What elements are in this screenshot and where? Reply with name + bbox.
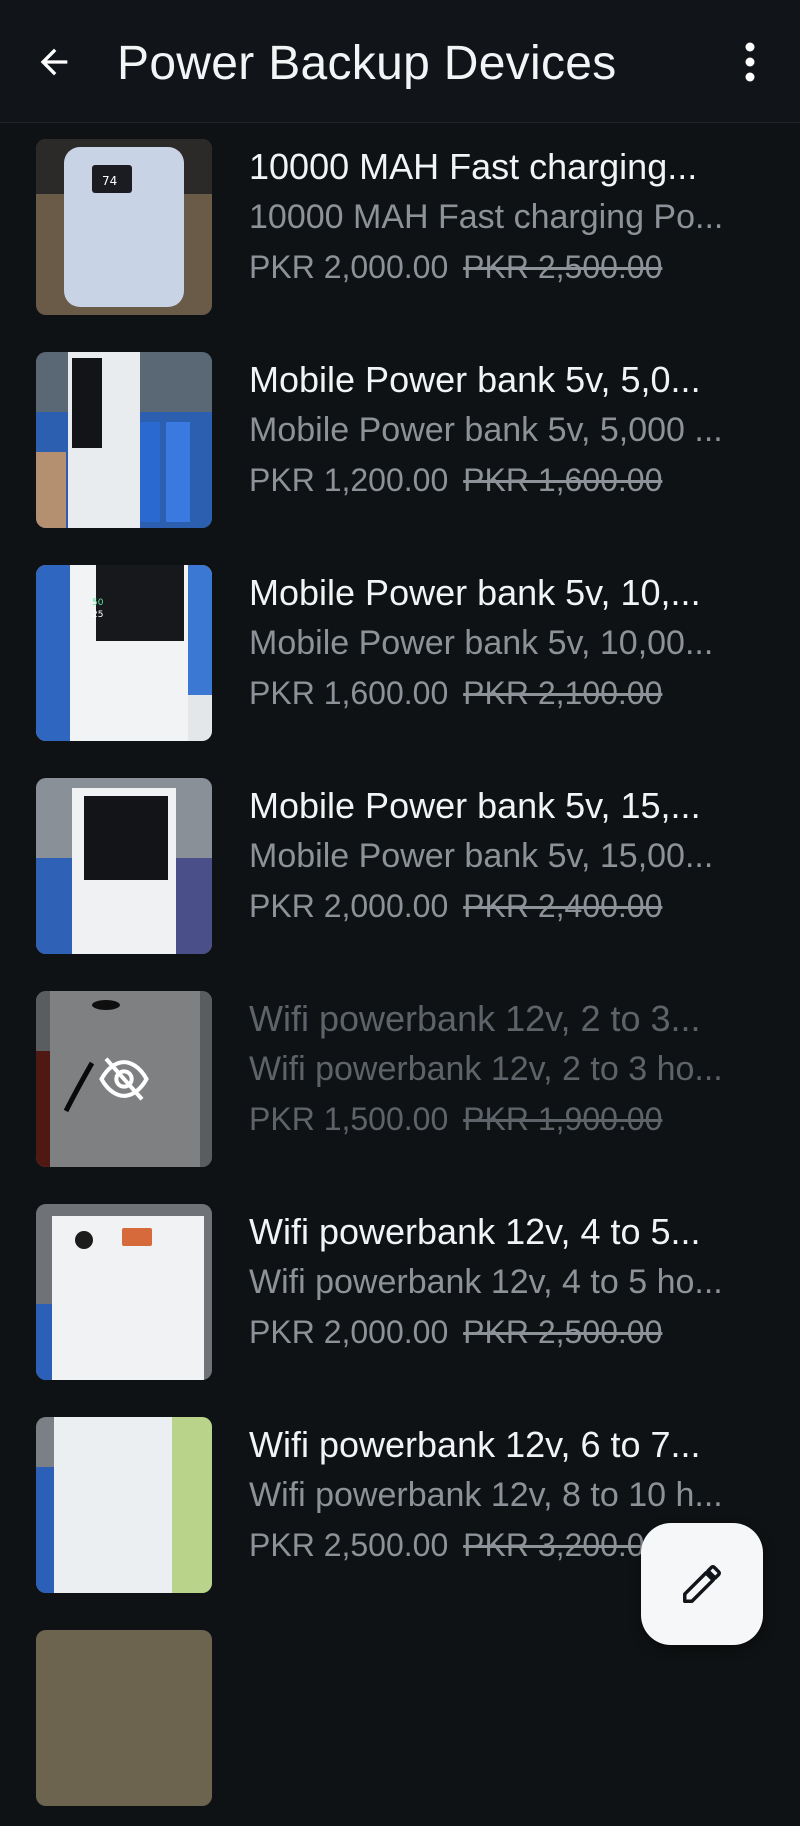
- product-description: Wifi powerbank 12v, 8 to 10 h...: [249, 1476, 723, 1514]
- svg-text:74: 74: [102, 174, 117, 188]
- product-item[interactable]: Mobile Power bank 5v, 5,0... Mobile Powe…: [0, 335, 800, 548]
- product-thumbnail: [36, 1417, 212, 1593]
- price-line: PKR 2,000.00 PKR 2,500.00: [249, 242, 749, 292]
- product-item[interactable]: 74 10000 MAH Fast charging... 10000 MAH …: [0, 122, 800, 335]
- more-options-button[interactable]: [730, 36, 770, 88]
- original-price: PKR 2,500.00: [463, 249, 663, 285]
- price-line: PKR 1,600.00 PKR 2,100.00: [249, 668, 749, 718]
- product-title: Wifi powerbank 12v, 6 to 7...: [249, 1424, 701, 1465]
- svg-text:50: 50: [92, 598, 104, 608]
- original-price: PKR 2,500.00: [463, 1314, 663, 1350]
- original-price: PKR 3,200.00: [463, 1527, 663, 1563]
- current-price: PKR 2,000.00: [249, 249, 449, 285]
- price-line: PKR 2,000.00 PKR 2,500.00: [249, 1307, 749, 1357]
- product-thumbnail: [36, 1204, 212, 1380]
- product-item[interactable]: Mobile Power bank 5v, 15,... Mobile Powe…: [0, 761, 800, 974]
- price-line: PKR 1,200.00 PKR 1,600.00: [249, 455, 749, 505]
- product-thumbnail: [36, 778, 212, 954]
- more-vertical-icon: [745, 42, 755, 82]
- product-description: Mobile Power bank 5v, 5,000 ...: [249, 411, 723, 449]
- product-description: Wifi powerbank 12v, 2 to 3 ho...: [249, 1050, 723, 1088]
- original-price: PKR 1,900.00: [463, 1101, 663, 1137]
- product-description: Mobile Power bank 5v, 15,00...: [249, 837, 714, 875]
- current-price: PKR 2,000.00: [249, 888, 449, 924]
- product-item-hidden[interactable]: Wifi powerbank 12v, 2 to 3... Wifi power…: [0, 974, 800, 1187]
- product-item[interactable]: Wifi powerbank 12v, 4 to 5... Wifi power…: [0, 1187, 800, 1400]
- product-text: Mobile Power bank 5v, 5,0... Mobile Powe…: [249, 355, 749, 505]
- product-thumbnail: 74: [36, 139, 212, 315]
- original-price: PKR 2,400.00: [463, 888, 663, 924]
- product-text: 10000 MAH Fast charging... 10000 MAH Fas…: [249, 142, 749, 292]
- back-button[interactable]: [28, 36, 80, 88]
- page-title: Power Backup Devices: [117, 37, 617, 90]
- current-price: PKR 1,600.00: [249, 675, 449, 711]
- product-description: Wifi powerbank 12v, 4 to 5 ho...: [249, 1263, 723, 1301]
- product-text: Mobile Power bank 5v, 10,... Mobile Powe…: [249, 568, 749, 718]
- price-line: PKR 1,500.00 PKR 1,900.00: [249, 1094, 749, 1144]
- product-thumbnail: [36, 1630, 212, 1806]
- product-thumbnail: [36, 352, 212, 528]
- product-title: Mobile Power bank 5v, 5,0...: [249, 359, 701, 400]
- product-title: Mobile Power bank 5v, 10,...: [249, 572, 701, 613]
- edit-fab-button[interactable]: [641, 1523, 763, 1645]
- hidden-overlay: [36, 991, 212, 1167]
- eye-off-icon: [99, 1057, 149, 1101]
- product-title: 10000 MAH Fast charging...: [249, 146, 698, 187]
- price-line: PKR 2,000.00 PKR 2,400.00: [249, 881, 749, 931]
- product-item[interactable]: 50 25 Mobile Power bank 5v, 10,... Mobil…: [0, 548, 800, 761]
- product-text: Mobile Power bank 5v, 15,... Mobile Powe…: [249, 781, 749, 931]
- product-title: Wifi powerbank 12v, 4 to 5...: [249, 1211, 701, 1252]
- product-thumbnail: 50 25: [36, 565, 212, 741]
- original-price: PKR 1,600.00: [463, 462, 663, 498]
- arrow-left-icon: [40, 48, 68, 76]
- current-price: PKR 1,200.00: [249, 462, 449, 498]
- current-price: PKR 2,000.00: [249, 1314, 449, 1350]
- product-text: Wifi powerbank 12v, 4 to 5... Wifi power…: [249, 1207, 749, 1357]
- svg-text:25: 25: [92, 610, 103, 620]
- product-description: 10000 MAH Fast charging Po...: [249, 198, 724, 236]
- product-title: Mobile Power bank 5v, 15,...: [249, 785, 701, 826]
- product-title: Wifi powerbank 12v, 2 to 3...: [249, 998, 701, 1039]
- product-text: Wifi powerbank 12v, 2 to 3... Wifi power…: [249, 994, 749, 1144]
- product-description: Mobile Power bank 5v, 10,00...: [249, 624, 714, 662]
- product-thumbnail: [36, 991, 212, 1167]
- current-price: PKR 1,500.00: [249, 1101, 449, 1137]
- app-bar: Power Backup Devices: [0, 0, 800, 123]
- current-price: PKR 2,500.00: [249, 1527, 449, 1563]
- original-price: PKR 2,100.00: [463, 675, 663, 711]
- pencil-icon: [683, 1565, 721, 1603]
